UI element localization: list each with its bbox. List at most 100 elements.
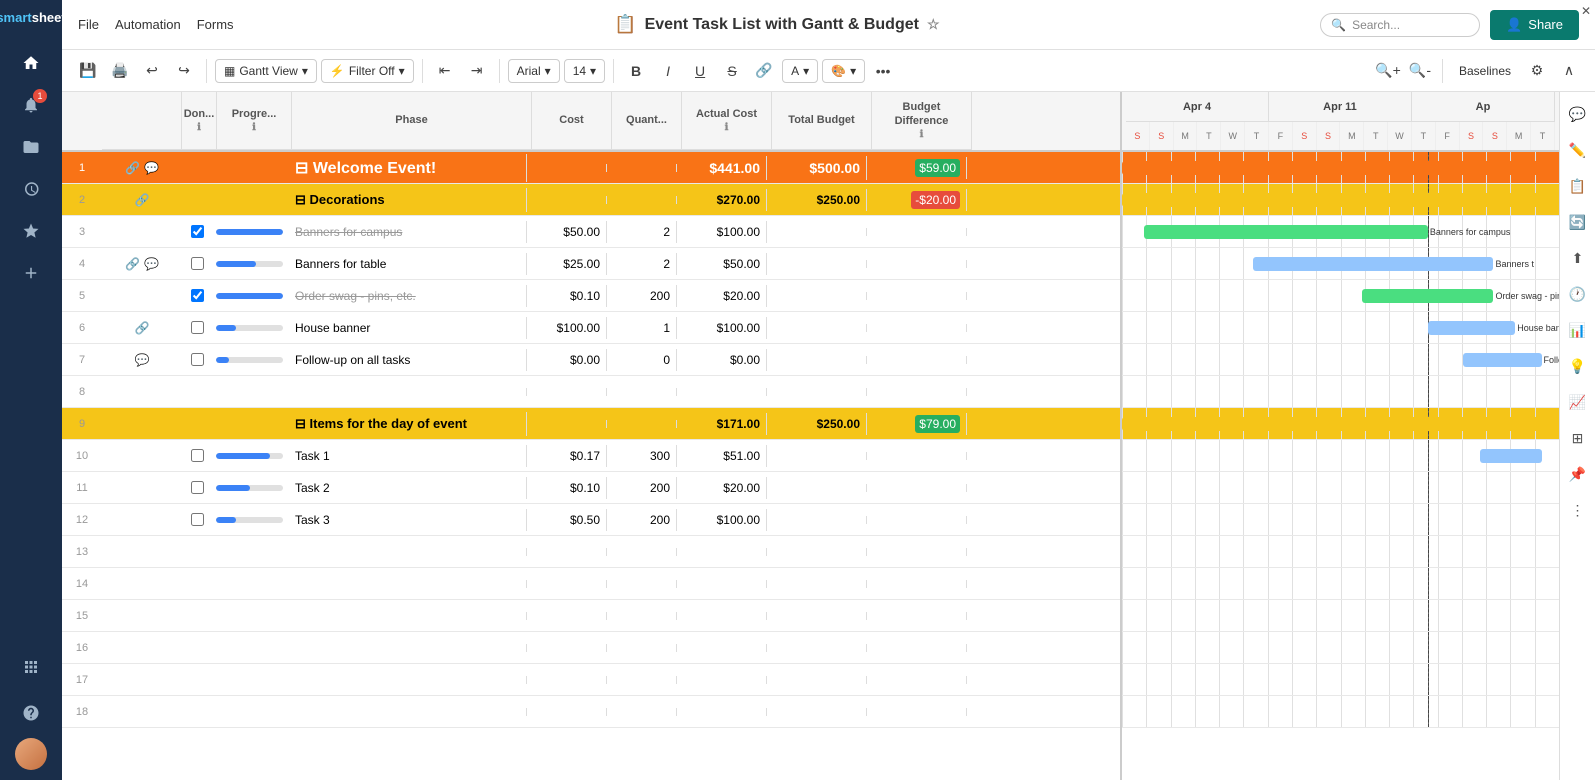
table-row[interactable]: 6 🔗 House banner $100.00 1 $100.00 <box>62 312 1120 344</box>
report-icon[interactable]: 📊 <box>1564 316 1592 344</box>
table-row[interactable]: 15 <box>62 600 1120 632</box>
table-row[interactable]: 7 💬 Follow-up on all tasks $0.00 0 $0.00 <box>62 344 1120 376</box>
table-row[interactable]: 16 <box>62 632 1120 664</box>
row-phase-cell[interactable] <box>287 612 527 620</box>
row-phase-cell[interactable]: ⊟ Decorations <box>287 188 527 212</box>
chart-icon[interactable]: 📈 <box>1564 388 1592 416</box>
sidebar-item-home[interactable] <box>13 45 49 81</box>
history-icon[interactable]: 🕐 <box>1564 280 1592 308</box>
settings-btn[interactable]: ⚙ <box>1523 57 1551 85</box>
user-avatar[interactable] <box>15 738 47 770</box>
italic-btn[interactable]: I <box>654 57 682 85</box>
refresh-icon[interactable]: 🔄 <box>1564 208 1592 236</box>
table-row[interactable]: 17 <box>62 664 1120 696</box>
sidebar-item-new[interactable] <box>13 255 49 291</box>
bold-btn[interactable]: B <box>622 57 650 85</box>
table-row[interactable]: 4 🔗💬 Banners for table $25.00 2 $50.00 <box>62 248 1120 280</box>
row-phase-cell[interactable]: Order swag - pins, etc. <box>287 285 527 307</box>
table-row[interactable]: 1 🔗💬 ⊟ Welcome Event! $441.00 $500.00 $5… <box>62 152 1120 184</box>
row-phase-cell[interactable]: Task 1 <box>287 445 527 467</box>
link-btn[interactable]: 🔗 <box>750 57 778 85</box>
save-button[interactable]: 💾 <box>74 57 102 85</box>
row-phase-cell[interactable] <box>287 676 527 684</box>
row-phase-cell[interactable]: ⊟ Welcome Event! <box>287 154 527 182</box>
zoom-out-btn[interactable]: 🔍- <box>1406 57 1434 85</box>
print-button[interactable]: 🖨️ <box>106 57 134 85</box>
idea-icon[interactable]: 💡 <box>1564 352 1592 380</box>
row-checkbox[interactable] <box>191 353 204 366</box>
row-phase-cell[interactable]: Banners for table <box>287 253 527 275</box>
sidebar-item-notifications[interactable]: 1 <box>13 87 49 123</box>
table-row[interactable]: 14 <box>62 568 1120 600</box>
comments-icon[interactable]: 💬 <box>1564 100 1592 128</box>
comment-icon[interactable]: 💬 <box>144 257 159 271</box>
row-checkbox[interactable] <box>191 289 204 302</box>
sidebar-item-recents[interactable] <box>13 171 49 207</box>
row-checkbox[interactable] <box>191 257 204 270</box>
table-row[interactable]: 2 🔗 ⊟ Decorations $270.00 $250.00 -$20.0… <box>62 184 1120 216</box>
underline-btn[interactable]: U <box>686 57 714 85</box>
pin-icon[interactable]: 📌 <box>1564 460 1592 488</box>
sidebar-item-help[interactable] <box>13 695 49 731</box>
color-selector[interactable]: A ▾ <box>782 59 818 83</box>
more-icon[interactable]: ⋮ <box>1564 496 1592 524</box>
link-icon[interactable]: 🔗 <box>125 161 140 175</box>
row-checkbox[interactable] <box>191 321 204 334</box>
row-phase-cell[interactable]: Task 2 <box>287 477 527 499</box>
size-selector[interactable]: 14 ▾ <box>564 59 605 83</box>
zoom-in-btn[interactable]: 🔍+ <box>1374 57 1402 85</box>
collapse-btn[interactable]: ∧ <box>1555 57 1583 85</box>
table-row[interactable]: 10 Task 1 $0.17 300 $51.00 <box>62 440 1120 472</box>
more-options[interactable]: ••• <box>869 57 897 85</box>
menu-automation[interactable]: Automation <box>115 17 181 32</box>
filter-selector[interactable]: ⚡ Filter Off ▾ <box>321 59 414 83</box>
row-checkbox[interactable] <box>191 449 204 462</box>
comment-icon[interactable]: 💬 <box>144 161 159 175</box>
menu-file[interactable]: File <box>78 17 99 32</box>
row-phase-cell[interactable] <box>287 644 527 652</box>
row-phase-cell[interactable]: Follow-up on all tasks <box>287 349 527 371</box>
redo-button[interactable]: ↪ <box>170 57 198 85</box>
sidebar-item-apps[interactable] <box>13 649 49 685</box>
row-phase-cell[interactable] <box>287 548 527 556</box>
table-row[interactable]: 12 Task 3 $0.50 200 $100.00 <box>62 504 1120 536</box>
table-row[interactable]: 11 Task 2 $0.10 200 $20.00 <box>62 472 1120 504</box>
strikethrough-btn[interactable]: S <box>718 57 746 85</box>
share-button[interactable]: 👤 Share <box>1490 10 1579 40</box>
menu-forms[interactable]: Forms <box>197 17 234 32</box>
row-phase-cell[interactable] <box>287 708 527 716</box>
copy-icon[interactable]: 📋 <box>1564 172 1592 200</box>
link-icon[interactable]: 🔗 <box>135 321 150 335</box>
table-row[interactable]: 8 <box>62 376 1120 408</box>
link-icon[interactable]: 🔗 <box>125 257 140 271</box>
row-phase-cell[interactable]: Banners for campus <box>287 221 527 243</box>
view-selector[interactable]: ▦ Gantt View ▾ <box>215 59 317 83</box>
favorite-star[interactable]: ☆ <box>927 16 940 33</box>
sidebar-item-browse[interactable] <box>13 129 49 165</box>
row-phase-cell[interactable] <box>287 388 527 396</box>
upload-icon[interactable]: ⬆ <box>1564 244 1592 272</box>
search-box[interactable]: 🔍 Search... <box>1320 13 1480 37</box>
table-row[interactable]: 13 <box>62 536 1120 568</box>
undo-button[interactable]: ↩ <box>138 57 166 85</box>
row-phase-cell[interactable] <box>287 580 527 588</box>
font-selector[interactable]: Arial ▾ <box>508 59 560 83</box>
outdent-btn[interactable]: ⇥ <box>463 57 491 85</box>
row-checkbox[interactable] <box>191 481 204 494</box>
row-checkbox[interactable] <box>191 513 204 526</box>
table-row[interactable]: 18 <box>62 696 1120 728</box>
table-row[interactable]: 3 Banners for campus $50.00 2 $100.00 <box>62 216 1120 248</box>
sidebar-item-favorites[interactable] <box>13 213 49 249</box>
baselines-button[interactable]: Baselines <box>1451 60 1519 82</box>
table-row[interactable]: 9 ⊟ Items for the day of event $171.00 $… <box>62 408 1120 440</box>
row-phase-cell[interactable]: Task 3 <box>287 509 527 531</box>
indent-btn[interactable]: ⇤ <box>431 57 459 85</box>
fill-selector[interactable]: 🎨 ▾ <box>822 59 865 83</box>
row-phase-cell[interactable]: House banner <box>287 317 527 339</box>
row-phase-cell[interactable]: ⊟ Items for the day of event <box>287 412 527 436</box>
grid-icon[interactable]: ⊞ <box>1564 424 1592 452</box>
table-row[interactable]: 5 Order swag - pins, etc. $0.10 200 $20.… <box>62 280 1120 312</box>
edit-icon[interactable]: ✏️ <box>1564 136 1592 164</box>
row-checkbox[interactable] <box>191 225 204 238</box>
comment-icon[interactable]: 💬 <box>135 353 150 367</box>
